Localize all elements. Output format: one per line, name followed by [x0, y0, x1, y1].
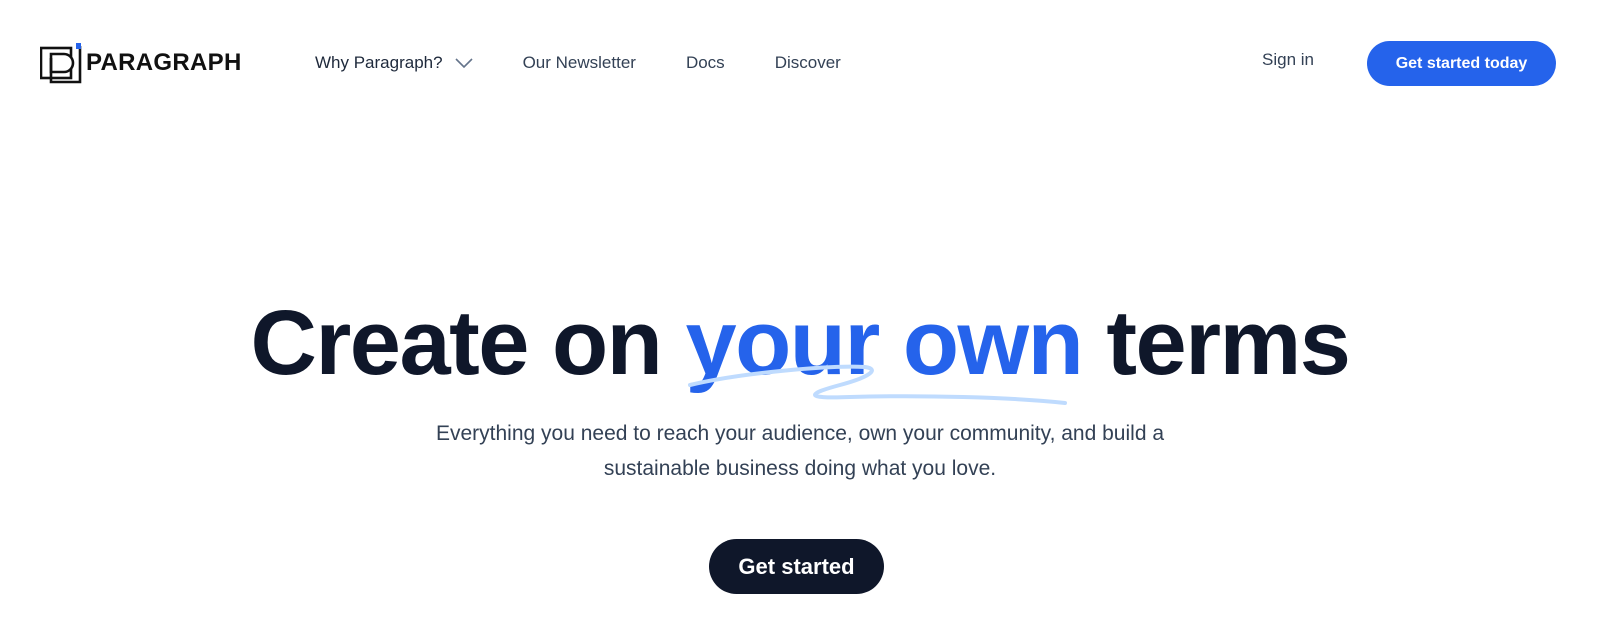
hero-title-end: terms: [1082, 292, 1351, 394]
brand-logo[interactable]: PARAGRAPH: [40, 42, 242, 84]
landing-page: PARAGRAPH Why Paragraph? Our Newsletter …: [0, 0, 1600, 634]
nav-item-label: Why Paragraph?: [315, 53, 443, 72]
hero-subtitle: Everything you need to reach your audien…: [380, 416, 1220, 486]
nav-item-our-newsletter[interactable]: Our Newsletter: [523, 53, 636, 73]
brand-name: PARAGRAPH: [86, 49, 242, 76]
nav-item-discover[interactable]: Discover: [775, 53, 841, 73]
nav-item-label: Docs: [685, 53, 725, 72]
nav-item-label: Our Newsletter: [522, 53, 636, 72]
chevron-down-icon: [455, 58, 473, 69]
hero-subtitle-line: Everything you need to reach your audien…: [435, 422, 1165, 445]
get-started-button[interactable]: Get started: [709, 539, 884, 594]
hero-title-accent: your own: [685, 292, 1083, 394]
site-header: PARAGRAPH Why Paragraph? Our Newsletter …: [0, 0, 1600, 128]
hero-subtitle-line: sustainable business doing what you love…: [603, 457, 997, 480]
hero-title: Create on your own terms: [0, 288, 1600, 398]
get-started-today-button[interactable]: Get started today: [1367, 41, 1556, 86]
nav-item-label: Discover: [774, 53, 841, 72]
sign-in-link[interactable]: Sign in: [1262, 50, 1314, 70]
nav-item-docs[interactable]: Docs: [686, 53, 725, 73]
paragraph-p-logo-icon: [40, 43, 82, 84]
hero-title-start: Create on: [250, 292, 686, 394]
main-nav: Why Paragraph? Our Newsletter Docs Disco…: [315, 48, 891, 78]
nav-item-why-paragraph[interactable]: Why Paragraph?: [315, 53, 473, 73]
